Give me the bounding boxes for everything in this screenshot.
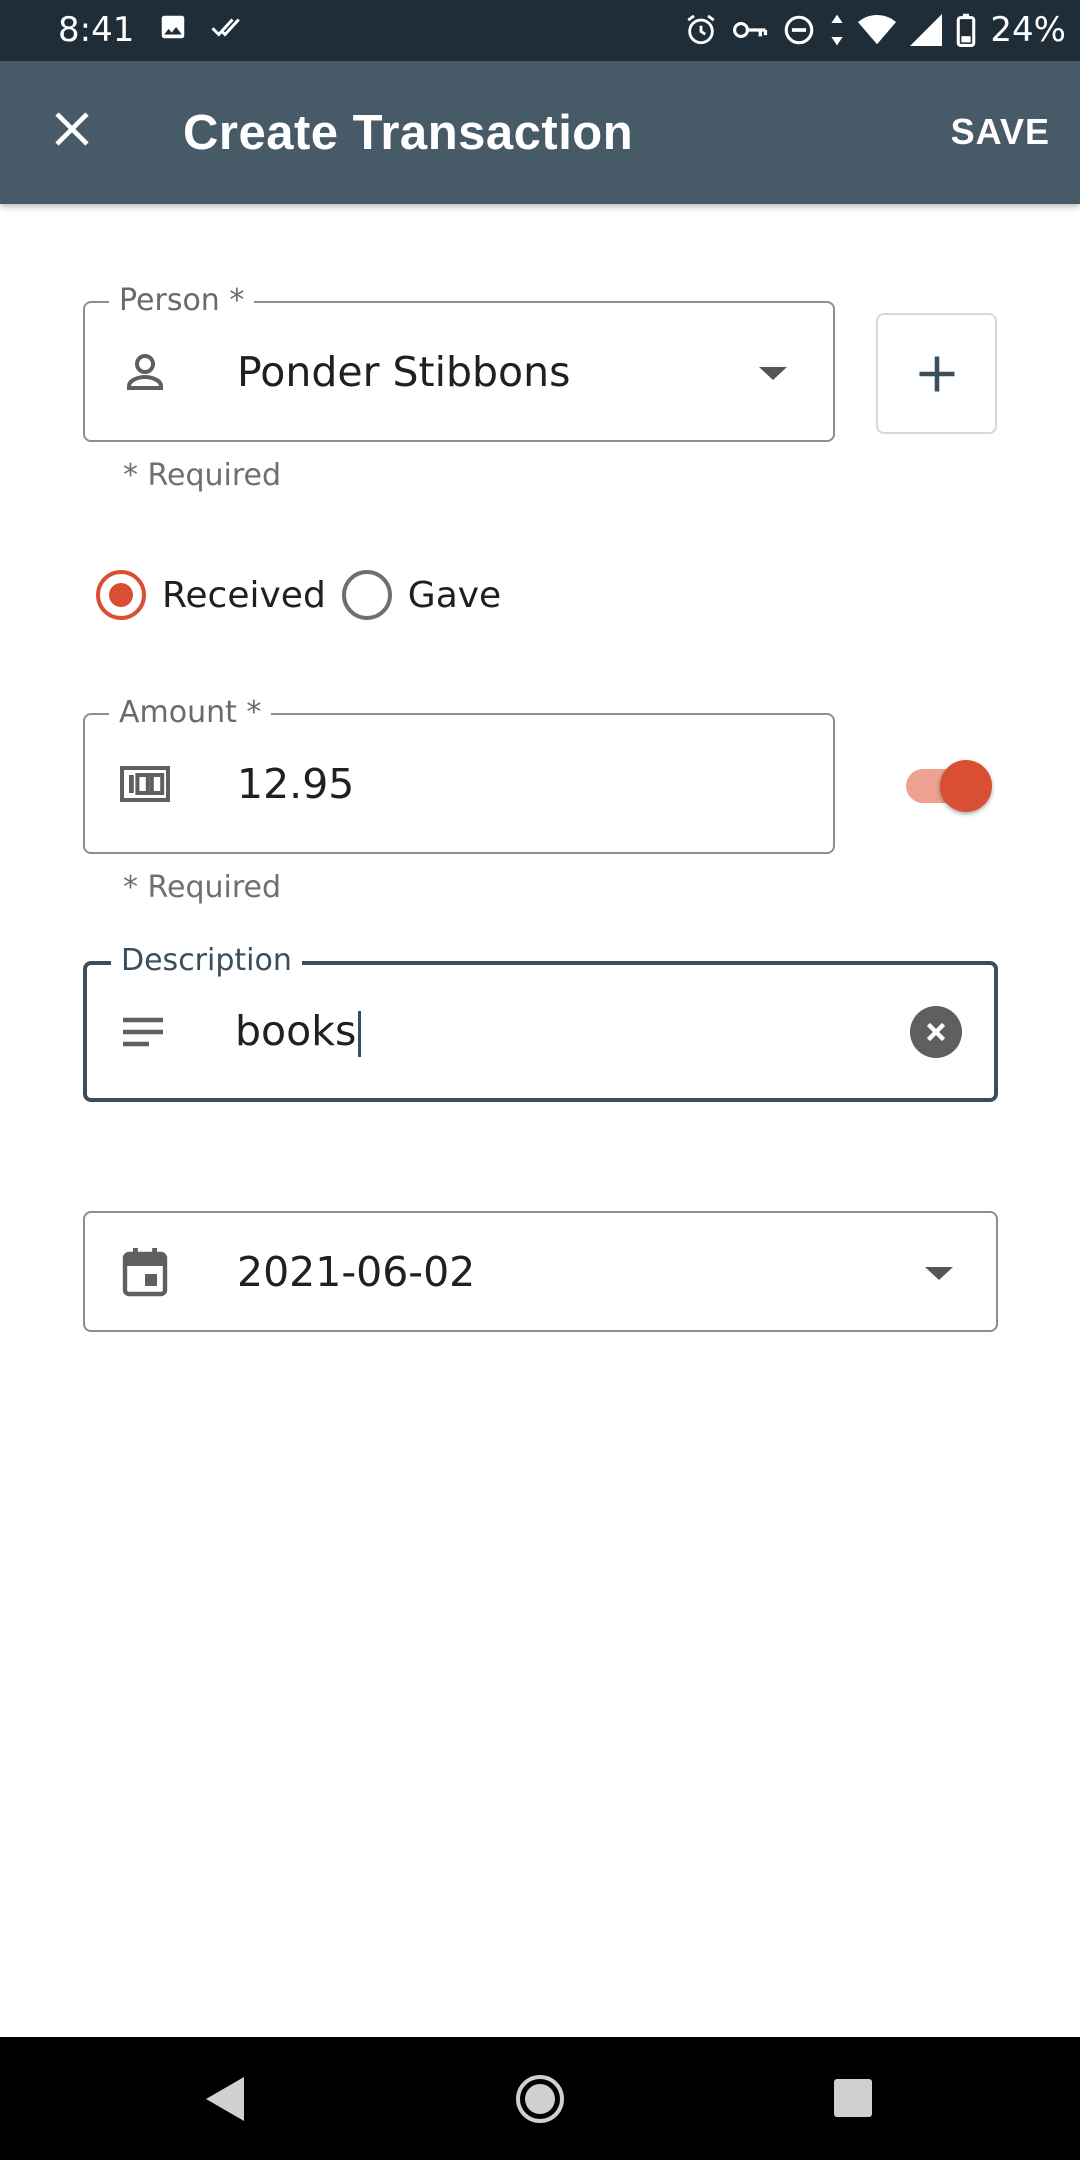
system-nav-bar [0, 2037, 1080, 2160]
description-value: books [235, 1006, 357, 1055]
recents-icon[interactable] [834, 2079, 872, 2117]
amount-field[interactable]: Amount * 12.95 [83, 695, 835, 854]
page-title: Create Transaction [183, 106, 634, 160]
app-bar: Create Transaction SAVE [0, 61, 1080, 204]
image-icon [161, 15, 185, 39]
status-time: 8:41 [58, 10, 135, 50]
date-select[interactable]: 2021-06-02 [83, 1211, 998, 1332]
person-select[interactable]: Person * Ponder Stibbons [83, 283, 835, 442]
description-label: Description [111, 943, 302, 978]
amount-helper-text: * Required [123, 870, 282, 905]
close-button[interactable] [42, 99, 102, 159]
person-icon [119, 346, 171, 398]
money-icon [119, 758, 171, 810]
clear-description-button[interactable] [910, 1005, 962, 1058]
battery-percentage: 24% [990, 10, 1066, 50]
battery-icon [957, 13, 976, 47]
close-icon [55, 112, 89, 146]
radio-received[interactable]: Received [96, 570, 326, 620]
chevron-down-icon [759, 367, 787, 380]
alarm-icon [687, 14, 716, 45]
wifi-icon [858, 14, 897, 45]
add-person-button[interactable] [876, 313, 997, 434]
status-bar: 8:41 24% [0, 0, 1080, 61]
description-field[interactable]: Description books [83, 943, 998, 1102]
amount-label: Amount * [109, 695, 272, 730]
person-label: Person * [109, 283, 255, 318]
radio-gave-label: Gave [407, 574, 502, 616]
text-cursor [358, 1010, 362, 1057]
double-check-icon [211, 18, 240, 37]
plus-icon [919, 356, 954, 391]
data-arrows-icon [831, 14, 844, 46]
signal-icon [910, 14, 943, 46]
radio-gave-circle[interactable] [341, 570, 392, 620]
save-button[interactable]: SAVE [951, 111, 1050, 153]
chevron-down-icon [925, 1267, 953, 1280]
do-not-disturb-icon [785, 15, 814, 45]
radio-received-circle[interactable] [96, 570, 146, 620]
clear-icon [926, 1022, 946, 1041]
vpn-key-icon [733, 22, 768, 38]
back-icon[interactable] [206, 2077, 244, 2121]
home-icon[interactable] [516, 2075, 564, 2123]
radio-received-label: Received [162, 574, 326, 616]
direction-radio-group: Received Gave [96, 570, 517, 620]
amount-toggle[interactable] [904, 760, 994, 812]
date-value: 2021-06-02 [237, 1247, 476, 1296]
person-value: Ponder Stibbons [237, 347, 571, 396]
amount-value: 12.95 [237, 759, 355, 808]
toggle-thumb [940, 760, 992, 812]
calendar-icon [119, 1246, 171, 1298]
notes-icon [117, 1006, 169, 1058]
person-helper-text: * Required [123, 458, 282, 493]
radio-gave[interactable]: Gave [341, 570, 502, 620]
